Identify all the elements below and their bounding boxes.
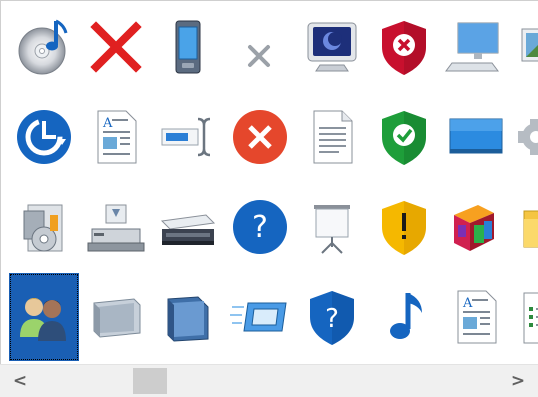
gear-icon-partial[interactable] <box>513 93 538 181</box>
blue-display-icon[interactable] <box>441 93 511 181</box>
media-player-box-icon[interactable] <box>9 183 79 271</box>
clock-refresh-icon[interactable] <box>9 93 79 181</box>
red-x-icon[interactable] <box>81 3 151 91</box>
flatbed-scanner-icon[interactable] <box>153 183 223 271</box>
fast-window-icon[interactable] <box>225 273 295 361</box>
picture-icon-partial[interactable] <box>513 3 538 91</box>
scroll-left-glyph: < <box>12 371 28 391</box>
chevron-left-icon[interactable]: < <box>8 365 32 397</box>
shield-warning-icon[interactable] <box>369 183 439 271</box>
chevron-right-icon[interactable]: > <box>506 365 530 397</box>
shield-error-icon[interactable] <box>369 3 439 91</box>
users-group-icon[interactable] <box>9 273 79 361</box>
colorful-blocks-icon[interactable] <box>441 183 511 271</box>
icon-grid: A ? ? A <box>0 0 538 364</box>
help-circle-icon[interactable]: ? <box>225 183 295 271</box>
crt-monitor-icon[interactable] <box>297 3 367 91</box>
desktop-computer-icon[interactable] <box>441 3 511 91</box>
text-document-icon[interactable] <box>297 93 367 181</box>
horizontal-scrollbar[interactable]: < > <box>0 364 538 397</box>
svg-text:?: ? <box>252 210 268 245</box>
cd-music-icon[interactable] <box>9 3 79 91</box>
svg-text:A: A <box>102 116 113 131</box>
printer-scanner-icon[interactable] <box>81 183 151 271</box>
pda-device-icon[interactable] <box>153 3 223 91</box>
music-note-icon[interactable] <box>369 273 439 361</box>
scrollbar-thumb[interactable] <box>133 368 167 394</box>
text-cursor-field-icon[interactable] <box>153 93 223 181</box>
small-gray-x-icon[interactable] <box>225 3 295 91</box>
error-circle-icon[interactable] <box>225 93 295 181</box>
document-picture-icon[interactable]: A <box>81 93 151 181</box>
projector-screen-icon[interactable] <box>297 183 367 271</box>
spreadsheet-icon-partial[interactable] <box>513 273 538 361</box>
blue-folder-icon[interactable] <box>153 273 223 361</box>
svg-text:?: ? <box>325 304 339 334</box>
folder-icon-partial[interactable] <box>513 183 538 271</box>
svg-text:A: A <box>462 296 473 311</box>
scroll-right-glyph: > <box>510 371 526 391</box>
document-picture-icon-2[interactable]: A <box>441 273 511 361</box>
gray-panel-icon[interactable] <box>81 273 151 361</box>
shield-help-icon[interactable]: ? <box>297 273 367 361</box>
shield-check-icon[interactable] <box>369 93 439 181</box>
